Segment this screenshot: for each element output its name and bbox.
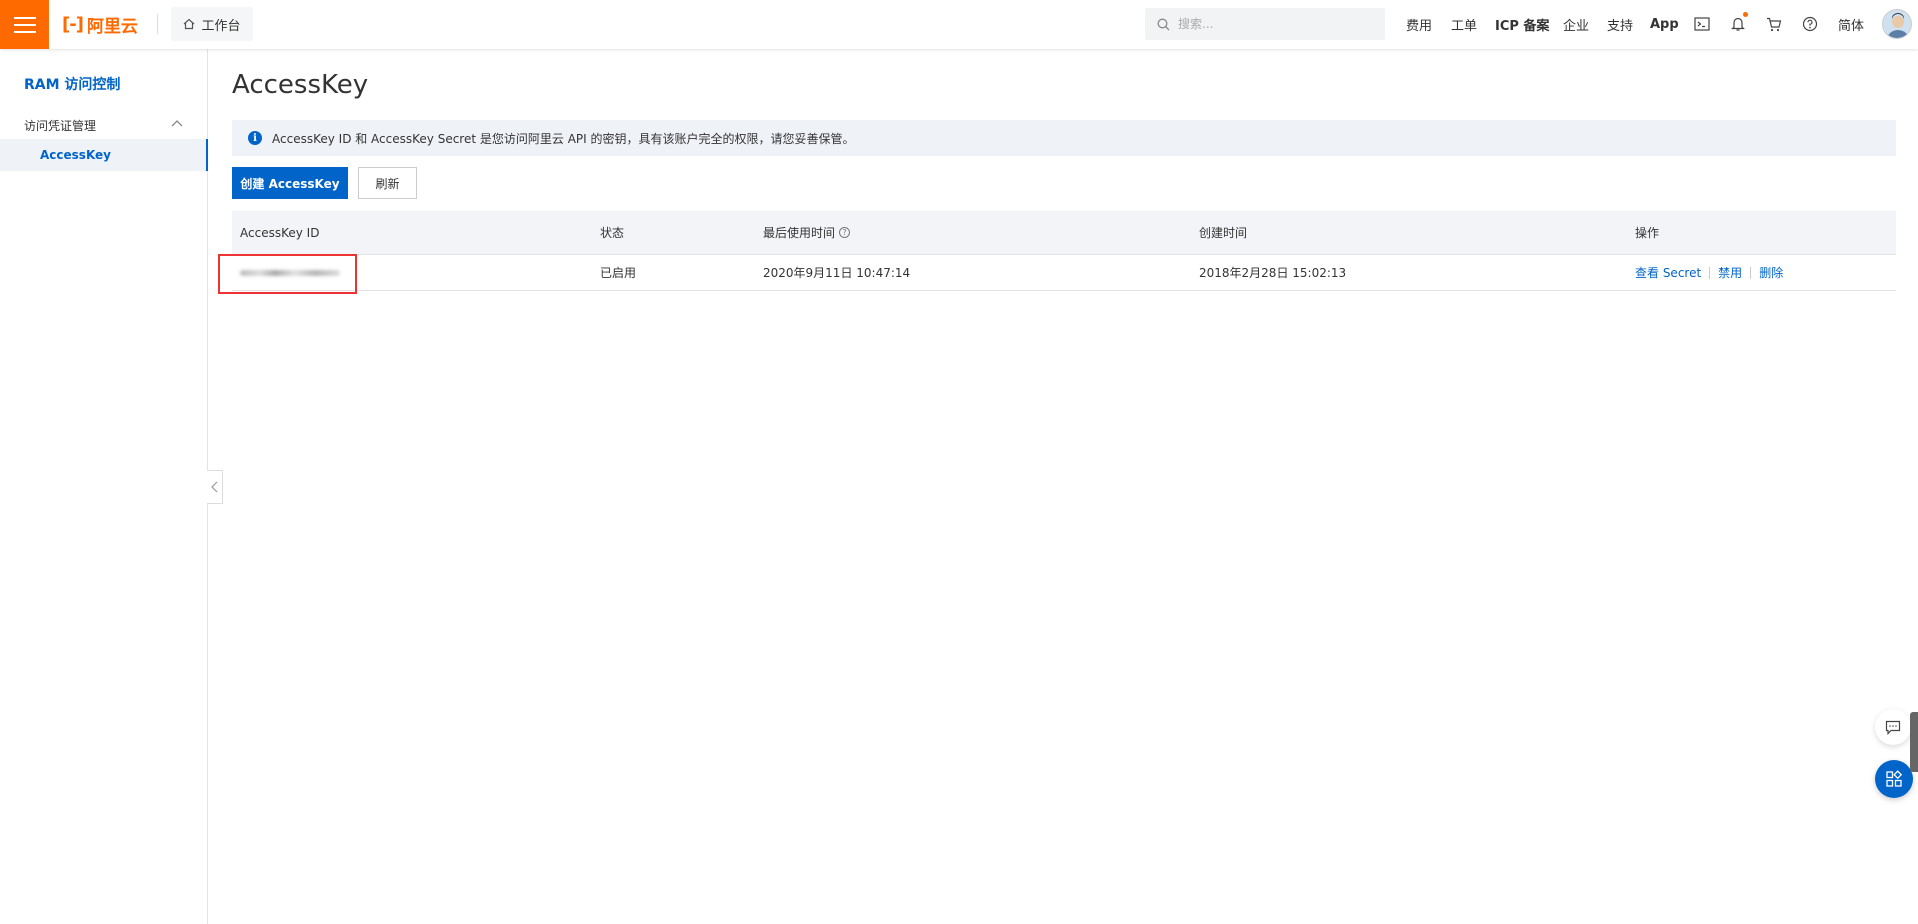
header-last-used-label: 最后使用时间 [763,226,836,240]
action-divider [1750,266,1752,279]
header-last-used: 最后使用时间 ? [763,211,851,254]
status-cell: 已启用 [600,266,637,280]
cart-icon[interactable] [1764,14,1784,34]
help-icon[interactable] [1800,14,1820,34]
chevron-up-icon [171,120,183,127]
accesskey-id-redacted [240,255,340,290]
created-cell: 2018年2月28日 15:02:13 [1199,266,1347,280]
apps-float-button[interactable] [1875,760,1913,798]
table-row: 已启用 2020年9月11日 10:47:14 2018年2月28日 15:02… [232,255,1896,291]
header-status: 状态 [600,226,625,240]
side-drawer-tab[interactable] [1910,712,1918,772]
delete-link[interactable]: 删除 [1759,264,1783,281]
chevron-left-icon [211,481,218,493]
chat-icon [1885,720,1901,735]
actions-cell: 查看 Secret 禁用 删除 [1635,255,1783,290]
header-accesskey-id: AccessKey ID [240,225,320,240]
language-switch[interactable]: 简体 [1838,0,1864,49]
search-input[interactable] [1178,17,1368,31]
terminal-icon[interactable] [1692,14,1712,34]
workbench-label: 工作台 [201,18,241,34]
redacted-id-blur [240,269,340,276]
last-used-cell: 2020年9月11日 10:47:14 [763,266,911,280]
sidebar-title[interactable]: RAM 访问控制 [24,74,120,94]
search-box[interactable] [1145,8,1385,40]
header-actions: 操作 [1635,226,1660,240]
nav-tickets[interactable]: 工单 [1451,0,1477,49]
table-header: AccessKey ID 状态 最后使用时间 ? 创建时间 操作 [232,211,1896,255]
info-alert: i AccessKey ID 和 AccessKey Secret 是您访问阿里… [232,120,1896,156]
notification-dot [1743,12,1748,17]
action-divider [1709,266,1711,279]
chat-float-button[interactable] [1875,709,1911,745]
nav-enterprise[interactable]: 企业 [1563,0,1589,49]
avatar[interactable] [1882,9,1912,39]
sidebar-group-label: 访问凭证管理 [24,118,97,133]
page-title: AccessKey [232,70,369,100]
sidebar: RAM 访问控制 访问凭证管理 AccessKey [0,49,208,924]
aliyun-logo[interactable]: [-] 阿里云 [62,12,138,37]
info-icon: i [248,131,262,145]
accesskey-table: AccessKey ID 状态 最后使用时间 ? 创建时间 操作 已启用 202… [232,211,1896,291]
aliyun-logo-text: 阿里云 [86,16,138,37]
sidebar-collapse-button[interactable] [207,470,223,504]
disable-link[interactable]: 禁用 [1718,264,1742,281]
bell-icon[interactable] [1728,12,1748,34]
aliyun-logo-mark: [-] [62,13,84,35]
alert-text: AccessKey ID 和 AccessKey Secret 是您访问阿里云 … [272,131,855,146]
top-bar: [-] 阿里云 工作台 费用 工单 ICP 备案 企业 支持 App 简体 [0,0,1918,49]
header-created: 创建时间 [1199,226,1248,240]
topbar-divider [157,14,158,34]
workbench-button[interactable]: 工作台 [171,7,253,41]
hamburger-menu-button[interactable] [0,0,49,49]
nav-fees[interactable]: 费用 [1406,0,1432,49]
sidebar-item-label: AccessKey [40,148,111,162]
nav-support[interactable]: 支持 [1607,0,1633,49]
search-icon [1157,18,1170,30]
view-secret-link[interactable]: 查看 Secret [1635,264,1701,281]
create-accesskey-button[interactable]: 创建 AccessKey [232,167,348,199]
refresh-button[interactable]: 刷新 [358,167,417,199]
sidebar-group-credentials[interactable]: 访问凭证管理 [0,109,207,141]
home-icon [184,18,195,30]
apps-grid-icon [1886,770,1903,787]
question-icon[interactable]: ? [839,227,851,238]
sidebar-item-accesskey[interactable]: AccessKey [0,139,208,171]
nav-app[interactable]: App [1650,0,1679,49]
nav-icp[interactable]: ICP 备案 [1495,0,1549,49]
